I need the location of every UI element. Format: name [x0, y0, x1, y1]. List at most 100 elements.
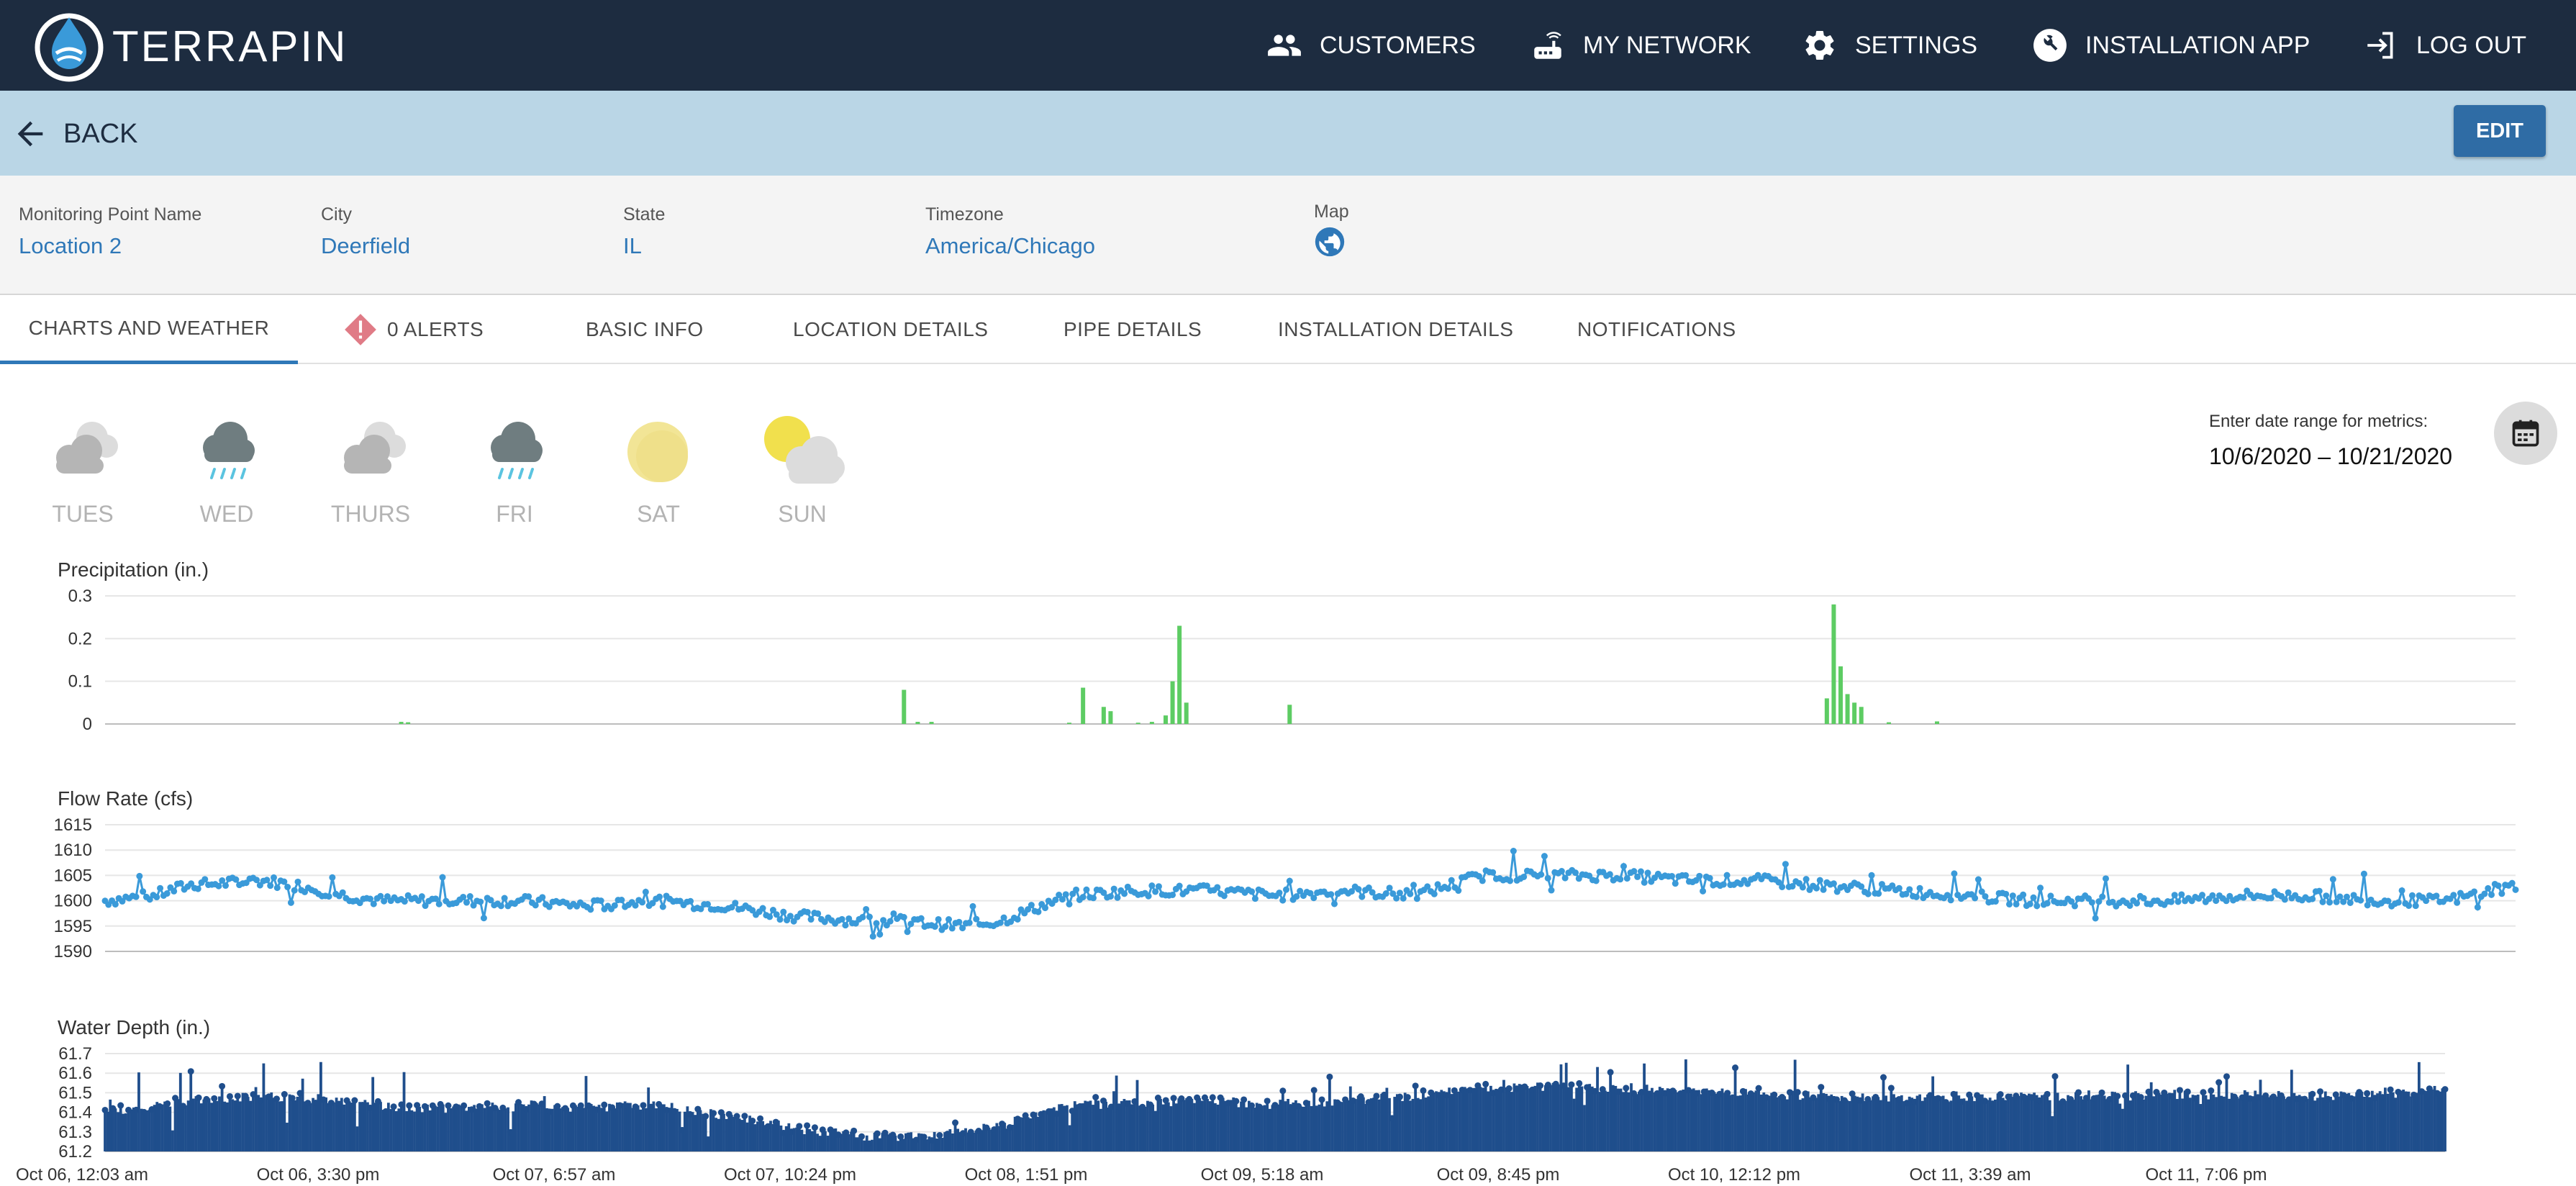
flow-point [1617, 876, 1624, 883]
precip-bar [1081, 687, 1086, 724]
depth-bar [1895, 1097, 1898, 1151]
depth-bar [553, 1105, 557, 1151]
nav-my-network[interactable]: MY NETWORK [1530, 0, 1751, 91]
flow-point [1279, 897, 1287, 904]
depth-bar [535, 1103, 538, 1151]
tab-notifications[interactable]: NOTIFICATIONS [1577, 295, 1736, 364]
depth-bar [676, 1108, 679, 1151]
depth-bar [1601, 1089, 1605, 1151]
depth-bar [1827, 1099, 1831, 1151]
back-label: BACK [63, 118, 138, 149]
tab-charts-and-weather[interactable]: CHARTS AND WEATHER [0, 295, 298, 364]
depth-bar [1505, 1087, 1508, 1151]
depth-bar [1180, 1098, 1183, 1151]
depth-bar [2061, 1101, 2064, 1151]
depth-bar [1393, 1097, 1397, 1151]
depth-bar [1580, 1086, 1584, 1151]
flow-point [2357, 897, 2364, 904]
depth-bar [1153, 1110, 1157, 1151]
flow-point [2009, 892, 2016, 900]
flow-point [1355, 886, 1362, 893]
depth-bar [855, 1137, 858, 1151]
depth-bar [1351, 1100, 1355, 1151]
precip-bar [1108, 711, 1113, 724]
flow-point [2020, 891, 2027, 898]
flow-point [759, 905, 766, 912]
precip-bar [1177, 625, 1182, 724]
depth-bar [1385, 1087, 1389, 1151]
nav-settings[interactable]: SETTINGS [1802, 0, 1977, 91]
brand-logo[interactable]: TERRAPIN [32, 10, 348, 82]
depth-bar [771, 1123, 775, 1151]
depth-bar [2136, 1092, 2140, 1151]
depth-bar [1700, 1094, 1703, 1151]
tab-pipe-details[interactable]: PIPE DETAILS [1063, 295, 1202, 364]
flow-point [1413, 895, 1420, 902]
depth-bar [1156, 1097, 1160, 1151]
depth-bar [1279, 1100, 1282, 1151]
flow-point [1682, 872, 1690, 879]
depth-bar [634, 1106, 638, 1151]
depth-bar [1970, 1096, 1974, 1151]
globe-icon[interactable] [1314, 226, 1346, 258]
depth-bar [2092, 1098, 2096, 1151]
depth-bar [1653, 1092, 1656, 1151]
flow-point [1510, 848, 1517, 855]
depth-bar [774, 1122, 778, 1151]
depth-bar [1541, 1090, 1545, 1151]
depth-bar [1767, 1095, 1771, 1151]
nav-log-out[interactable]: LOG OUT [2363, 0, 2526, 91]
date-range-picker[interactable]: Enter date range for metrics: 10/6/2020 … [2209, 412, 2452, 470]
nav-installation-app[interactable]: INSTALLATION APP [2032, 0, 2310, 91]
depth-bar [127, 1110, 130, 1151]
tab-installation-details[interactable]: INSTALLATION DETAILS [1278, 295, 1513, 364]
depth-bar [1120, 1101, 1123, 1151]
nav-customers[interactable]: CUSTOMERS [1266, 0, 1476, 91]
depth-bar [1341, 1102, 1344, 1151]
sun-icon [627, 422, 688, 482]
flow-point [2285, 889, 2292, 896]
flow-point [1992, 898, 1999, 905]
flow-point [153, 894, 160, 901]
depth-bar [2022, 1097, 2026, 1151]
depth-point [1318, 1096, 1325, 1103]
depth-bar [1723, 1092, 1727, 1151]
depth-point [2200, 1089, 2207, 1096]
depth-point [710, 1110, 717, 1117]
depth-bar [1026, 1117, 1030, 1151]
flow-point [1293, 893, 1300, 900]
depth-bar [2308, 1092, 2312, 1151]
depth-bar [1713, 1092, 1716, 1151]
date-range-value[interactable]: 10/6/2020 – 10/21/2020 [2209, 443, 2452, 470]
tab-location-details[interactable]: LOCATION DETAILS [793, 295, 988, 364]
depth-bar [145, 1110, 148, 1151]
depth-bar [1229, 1100, 1233, 1151]
depth-point [406, 1102, 413, 1109]
depth-bar [1872, 1096, 1874, 1151]
edit-button[interactable]: EDIT [2454, 105, 2546, 157]
depth-bar [1946, 1102, 1950, 1151]
flow-point [1169, 891, 1176, 898]
depth-point [2309, 1090, 2316, 1097]
tab-basic-info[interactable]: BASIC INFO [586, 295, 704, 364]
depth-bar [1094, 1097, 1097, 1151]
calendar-button[interactable] [2494, 402, 2557, 465]
depth-bar [1710, 1092, 1713, 1151]
depth-bar [1707, 1090, 1711, 1151]
depth-y-tick-label: 61.6 [58, 1064, 92, 1083]
depth-point [1755, 1085, 1762, 1092]
flow-point [1868, 872, 1875, 879]
depth-bar [1986, 1100, 1989, 1151]
flow-point [611, 902, 618, 909]
depth-bar [1590, 1086, 1594, 1151]
depth-bar [1500, 1090, 1503, 1151]
back-button[interactable]: BACK [12, 112, 137, 155]
back-bar: BACK EDIT [0, 91, 2576, 176]
depth-bar [392, 1106, 395, 1151]
nav-log-out-label: LOG OUT [2416, 31, 2527, 59]
depth-bar [665, 1110, 668, 1151]
tab-label: INSTALLATION DETAILS [1278, 318, 1514, 340]
flow-point [842, 922, 849, 929]
tab-alerts[interactable]: 0 ALERTS [343, 295, 484, 364]
depth-bar [2100, 1092, 2103, 1151]
